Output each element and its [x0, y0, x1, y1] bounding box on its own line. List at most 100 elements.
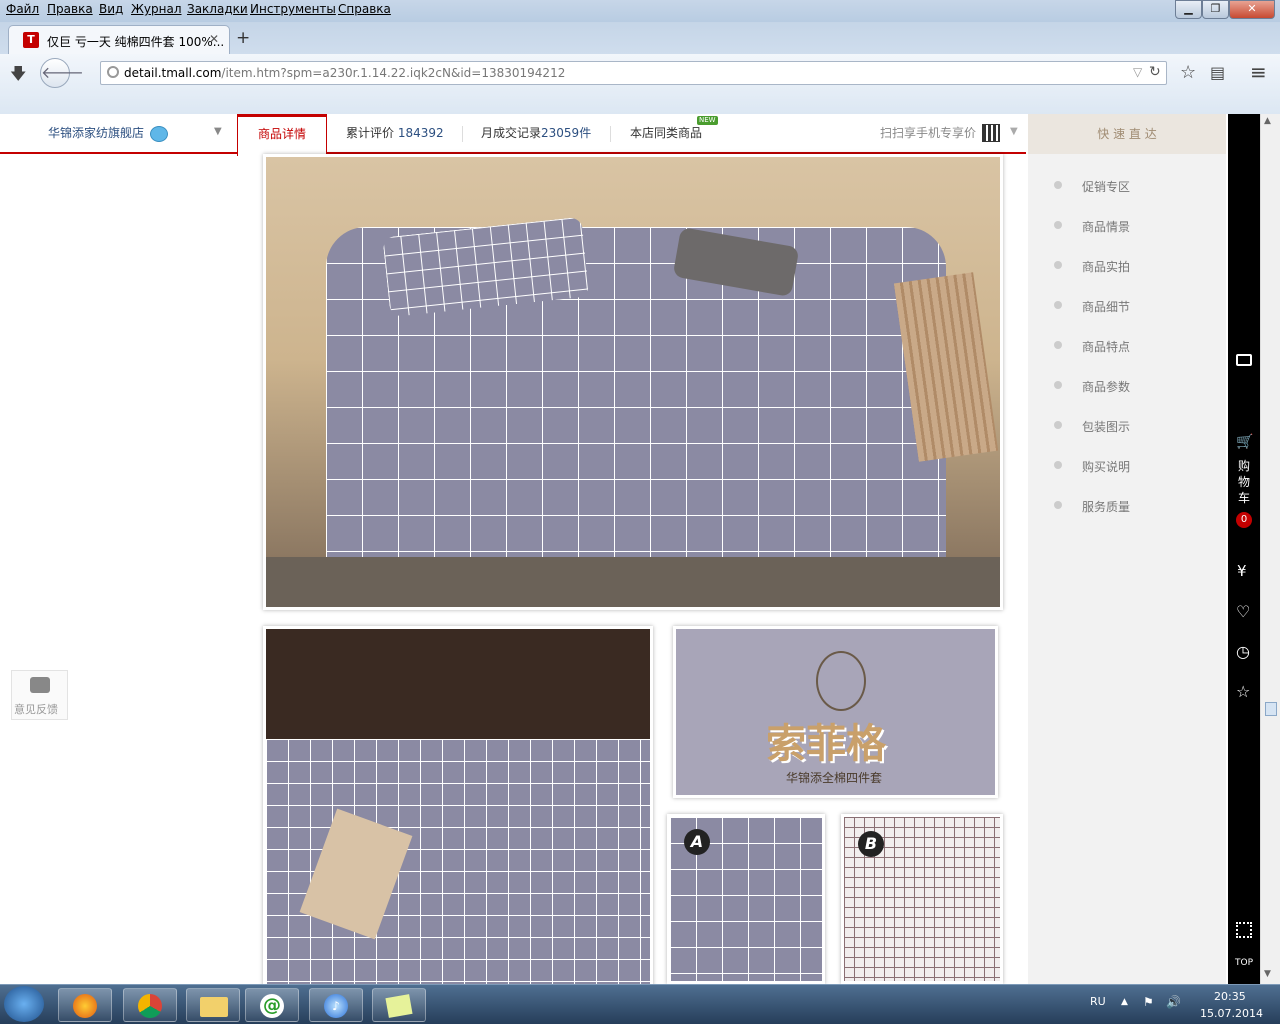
menu-file[interactable]: Файл — [6, 2, 39, 16]
globe-icon — [107, 66, 119, 78]
language-indicator[interactable]: RU — [1090, 995, 1106, 1008]
tab-reviews[interactable]: 累计评价 184392 — [346, 114, 444, 154]
firefox-taskbar-icon[interactable] — [58, 988, 112, 1022]
menu-bar: Файл Правка Вид Журнал Закладки Инструме… — [0, 0, 1280, 22]
qr-grid-icon[interactable] — [1236, 922, 1252, 938]
hamburger-menu-icon[interactable]: ≡ — [1250, 60, 1267, 84]
menu-edit[interactable]: Правка — [47, 2, 93, 16]
shop-dropdown-icon[interactable]: ▼ — [214, 126, 222, 137]
mail-agent-taskbar-icon[interactable]: @ — [245, 988, 299, 1022]
divider — [610, 126, 611, 142]
quick-nav-service[interactable]: 服务质量 — [1054, 498, 1130, 515]
url-text: detail.tmall.com/item.htm?spm=a230r.1.14… — [124, 66, 565, 80]
tab-similar-items[interactable]: 本店同类商品 — [630, 114, 702, 154]
history-clock-icon[interactable]: ◷ — [1236, 642, 1250, 661]
scroll-thumb[interactable] — [1265, 702, 1277, 716]
tray-expand-icon[interactable]: ▲ — [1121, 997, 1128, 1007]
tab-monthly-sales[interactable]: 月成交记录23059件 — [481, 114, 591, 154]
quick-nav-params[interactable]: 商品参数 — [1054, 378, 1130, 395]
explorer-taskbar-icon[interactable] — [186, 988, 240, 1022]
quick-nav-scene[interactable]: 商品情景 — [1054, 218, 1130, 235]
monthly-sales-count: 23059件 — [541, 126, 592, 140]
tmall-cat-icon[interactable] — [1236, 354, 1252, 366]
quick-nav-title: 快 速 直 达 — [1028, 114, 1226, 154]
menu-history[interactable]: Журнал — [131, 2, 182, 16]
qr-dropdown-icon[interactable]: ▼ — [1010, 126, 1018, 137]
qr-code-icon[interactable] — [982, 124, 1000, 142]
clock-time[interactable]: 20:35 — [1214, 990, 1246, 1003]
url-bar[interactable]: detail.tmall.com/item.htm?spm=a230r.1.14… — [100, 61, 1167, 85]
quick-nav-real-photos[interactable]: 商品实拍 — [1054, 258, 1130, 275]
back-to-top-button[interactable]: TOP — [1235, 958, 1253, 968]
shop-name[interactable]: 华锦添家纺旗舰店 — [48, 114, 144, 154]
swatch-a-label: A — [684, 829, 710, 855]
brand-logo-text: 索菲格 — [766, 720, 886, 767]
feedback-button[interactable]: 意见反馈 — [11, 670, 68, 720]
maximize-button[interactable]: ❐ — [1202, 0, 1229, 19]
swatch-b[interactable]: B — [841, 814, 1003, 984]
menu-view[interactable]: Вид — [99, 2, 123, 16]
wangwang-chat-icon[interactable] — [150, 126, 168, 142]
tmall-side-toolbar: 🛒 购 物 车 0 ¥ ♡ ◷ ☆ TOP — [1228, 114, 1260, 984]
browser-tab[interactable]: T 仅巨 亏一天 纯棉四件套 100%... ✕ — [8, 25, 230, 54]
quick-nav-features[interactable]: 商品特点 — [1054, 338, 1130, 355]
bed-overhead-photo — [263, 626, 653, 984]
url-domain: detail.tmall.com — [124, 66, 222, 80]
notes-taskbar-icon[interactable] — [372, 988, 426, 1022]
feedback-label: 意见反馈 — [14, 703, 58, 716]
cart-label-3[interactable]: 车 — [1238, 489, 1250, 506]
menu-help[interactable]: Справка — [338, 2, 391, 16]
clock-date[interactable]: 15.07.2014 — [1200, 1007, 1263, 1020]
tab-monthly-sales-label: 月成交记录 — [481, 126, 542, 140]
scroll-up-arrow-icon[interactable]: ▲ — [1264, 116, 1271, 126]
mobile-price-text[interactable]: 扫扫享手机专享价 — [880, 114, 976, 154]
download-arrow-icon[interactable]: 🡇 — [10, 63, 26, 90]
review-count: 184392 — [397, 126, 444, 140]
bookmark-star-icon[interactable]: ☆ — [1180, 62, 1196, 83]
chrome-taskbar-icon[interactable] — [123, 988, 177, 1022]
brand-logo-card: 索菲格 华锦添全棉四件套 — [673, 626, 998, 798]
cartoon-mascot-icon — [816, 651, 866, 711]
minimize-button[interactable]: ▁ — [1175, 0, 1202, 19]
quick-nav-panel: 快 速 直 达 — [1028, 114, 1226, 984]
sticky-note-icon — [385, 994, 413, 1018]
brand-subtitle: 华锦添全棉四件套 — [786, 771, 883, 785]
itunes-taskbar-icon[interactable]: ♪ — [309, 988, 363, 1022]
tmall-favicon-icon: T — [23, 32, 39, 48]
cart-count-badge: 0 — [1236, 512, 1252, 528]
volume-icon[interactable]: 🔊 — [1166, 995, 1181, 1009]
page-content: 华锦添家纺旗舰店 ▼ 商品详情 累计评价 184392 月成交记录23059件 … — [0, 114, 1228, 984]
quick-nav-purchase-info[interactable]: 购买说明 — [1054, 458, 1130, 475]
menu-bookmarks[interactable]: Закладки — [187, 2, 248, 16]
star-icon[interactable]: ☆ — [1236, 682, 1250, 701]
shop-nav-bar: 华锦添家纺旗舰店 ▼ 商品详情 累计评价 184392 月成交记录23059件 … — [0, 114, 1026, 156]
heart-favorites-icon[interactable]: ♡ — [1236, 602, 1250, 621]
dropdown-arrow-icon[interactable]: ▽ — [1133, 65, 1142, 79]
bookmarks-list-icon[interactable]: ▤ — [1210, 63, 1225, 82]
start-button[interactable] — [4, 986, 44, 1022]
tab-close-icon[interactable]: ✕ — [209, 32, 219, 46]
tab-reviews-label: 累计评价 — [346, 126, 395, 140]
cart-label-1[interactable]: 购 — [1238, 457, 1250, 474]
quick-nav-promo[interactable]: 促销专区 — [1054, 178, 1130, 195]
new-tab-button[interactable]: + — [236, 28, 250, 48]
yen-coupon-icon[interactable]: ¥ — [1237, 562, 1247, 580]
cart-label-2[interactable]: 物 — [1238, 473, 1250, 490]
feedback-icon — [30, 677, 50, 693]
menu-tools[interactable]: Инструменты — [250, 2, 336, 16]
quick-nav-details[interactable]: 商品细节 — [1054, 298, 1130, 315]
at-sign-icon: @ — [260, 994, 284, 1018]
reload-icon[interactable]: ↻ — [1149, 64, 1161, 80]
tab-product-details[interactable]: 商品详情 — [237, 114, 327, 156]
quick-nav-packaging[interactable]: 包装图示 — [1054, 418, 1130, 435]
swatch-a[interactable]: A — [667, 814, 825, 984]
scroll-down-arrow-icon[interactable]: ▼ — [1264, 969, 1271, 979]
cart-icon[interactable]: 🛒 — [1236, 434, 1253, 450]
divider — [462, 126, 463, 142]
vertical-scrollbar[interactable]: ▲ ▼ — [1260, 114, 1280, 984]
close-button[interactable]: ✕ — [1229, 0, 1275, 19]
firefox-icon — [73, 994, 97, 1018]
action-center-flag-icon[interactable]: ⚑ — [1143, 995, 1154, 1009]
back-button[interactable]: 🡐 — [40, 58, 84, 88]
music-note-icon: ♪ — [324, 994, 348, 1018]
